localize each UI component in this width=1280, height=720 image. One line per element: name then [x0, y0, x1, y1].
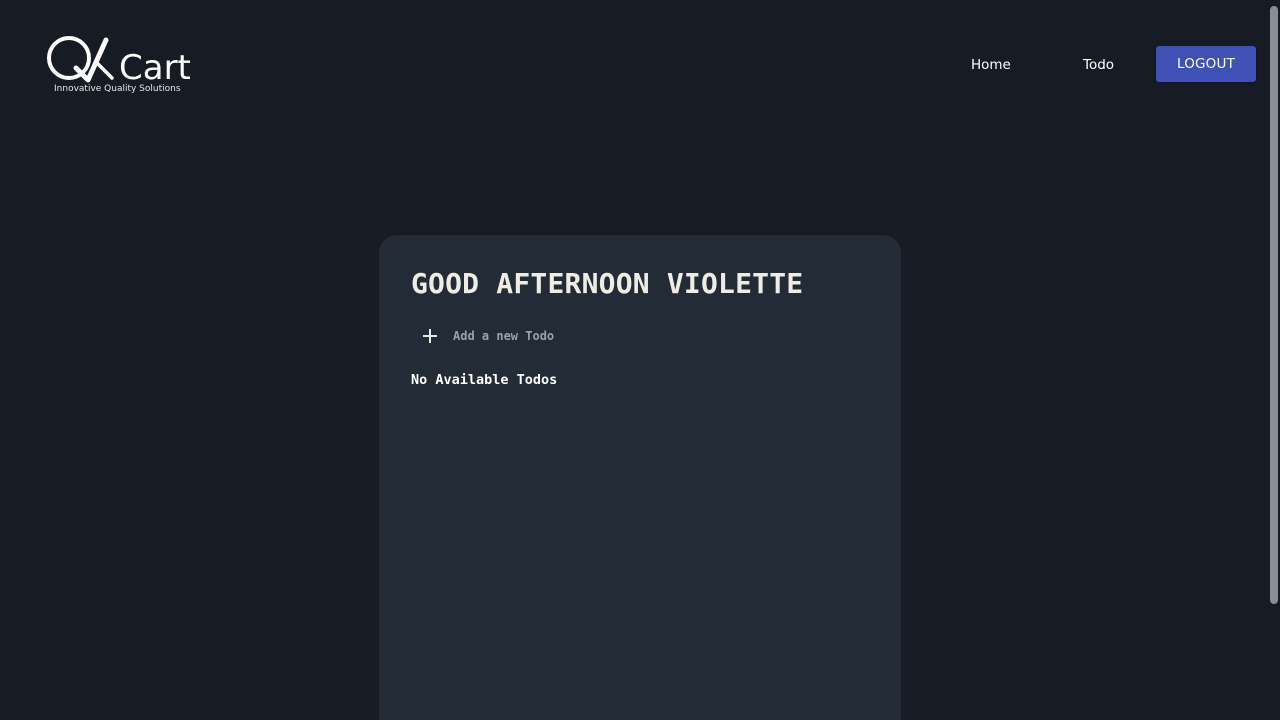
qacart-logo-icon: Cart Innovative Quality Solutions	[47, 36, 191, 94]
empty-todos-message: No Available Todos	[411, 372, 558, 388]
add-todo-row[interactable]	[423, 325, 753, 347]
logout-button[interactable]: LOGOUT	[1156, 46, 1256, 82]
brand-logo[interactable]: Cart Innovative Quality Solutions	[46, 34, 198, 96]
page: Cart Innovative Quality Solutions Home T…	[0, 0, 1280, 720]
vertical-scrollbar[interactable]	[1270, 6, 1278, 604]
svg-text:Innovative Quality Solutions: Innovative Quality Solutions	[54, 84, 181, 94]
svg-text:Cart: Cart	[119, 48, 191, 88]
todo-card: GOOD AFTERNOON VIOLETTE No Available Tod…	[379, 235, 901, 720]
plus-icon[interactable]	[423, 329, 437, 343]
nav-todo-link[interactable]: Todo	[1083, 57, 1114, 73]
greeting-heading: GOOD AFTERNOON VIOLETTE	[411, 267, 804, 300]
add-todo-input[interactable]	[453, 329, 753, 343]
nav-home-link[interactable]: Home	[971, 57, 1011, 73]
